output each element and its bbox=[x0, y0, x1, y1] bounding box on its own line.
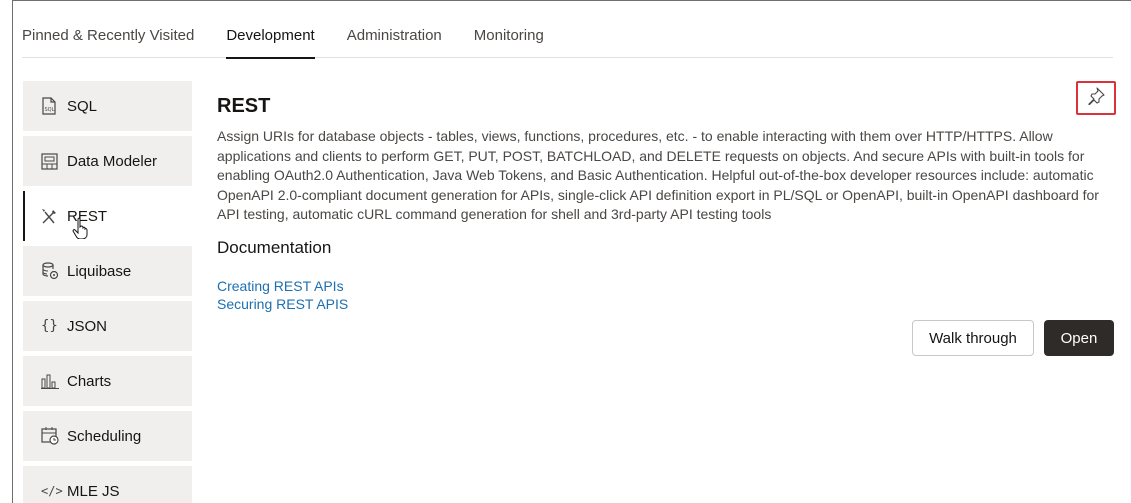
sidebar-item-mle-js[interactable]: </> MLE JS bbox=[23, 466, 192, 503]
sidebar-item-json[interactable]: {} JSON bbox=[23, 301, 192, 351]
rest-tools-icon bbox=[41, 207, 63, 225]
walk-through-button[interactable]: Walk through bbox=[912, 320, 1034, 356]
code-icon: </> bbox=[41, 484, 63, 498]
tab-development[interactable]: Development bbox=[226, 18, 316, 59]
sql-file-icon: SQL bbox=[41, 97, 63, 115]
documentation-heading: Documentation bbox=[217, 237, 332, 257]
hand-pointer-cursor-icon bbox=[71, 217, 91, 243]
sidebar-item-label: Charts bbox=[67, 372, 112, 390]
sidebar-item-charts[interactable]: Charts bbox=[23, 356, 192, 406]
tab-bar: Pinned & Recently Visited Development Ad… bbox=[22, 18, 1113, 59]
sidebar-item-label: Liquibase bbox=[67, 262, 132, 280]
open-button[interactable]: Open bbox=[1044, 320, 1114, 356]
description: Assign URIs for database objects - table… bbox=[217, 128, 1099, 222]
sidebar: SQL SQL Data Modeler REST Liquibase {} J… bbox=[23, 81, 192, 503]
page-title: REST bbox=[217, 95, 271, 117]
tab-administration[interactable]: Administration bbox=[347, 18, 442, 58]
sidebar-item-data-modeler[interactable]: Data Modeler bbox=[23, 136, 192, 186]
sidebar-item-label: Data Modeler bbox=[67, 152, 158, 170]
tab-monitoring[interactable]: Monitoring bbox=[474, 18, 544, 58]
sidebar-item-label: MLE JS bbox=[67, 482, 120, 500]
link-creating-rest-apis[interactable]: Creating REST APIs bbox=[217, 277, 1114, 295]
liquibase-icon bbox=[41, 262, 63, 280]
json-braces-icon: {} bbox=[41, 318, 58, 334]
sidebar-item-rest[interactable]: REST bbox=[23, 191, 192, 241]
svg-text:SQL: SQL bbox=[45, 107, 55, 113]
documentation-links: Creating REST APIs Securing REST APIS bbox=[217, 277, 1114, 313]
scheduling-icon bbox=[41, 427, 63, 445]
main-content: REST Assign URIs for database objects - … bbox=[217, 81, 1114, 313]
charts-icon bbox=[41, 372, 63, 390]
data-modeler-icon bbox=[41, 152, 63, 170]
sidebar-item-label: Scheduling bbox=[67, 427, 142, 445]
sidebar-item-liquibase[interactable]: Liquibase bbox=[23, 246, 192, 296]
sidebar-item-label: JSON bbox=[67, 317, 108, 335]
link-securing-rest-apis[interactable]: Securing REST APIS bbox=[217, 295, 1114, 313]
sidebar-item-scheduling[interactable]: Scheduling bbox=[23, 411, 192, 461]
sidebar-item-sql[interactable]: SQL SQL bbox=[23, 81, 192, 131]
sidebar-item-label: SQL bbox=[67, 97, 98, 115]
tab-pinned-recently-visited[interactable]: Pinned & Recently Visited bbox=[22, 18, 194, 58]
